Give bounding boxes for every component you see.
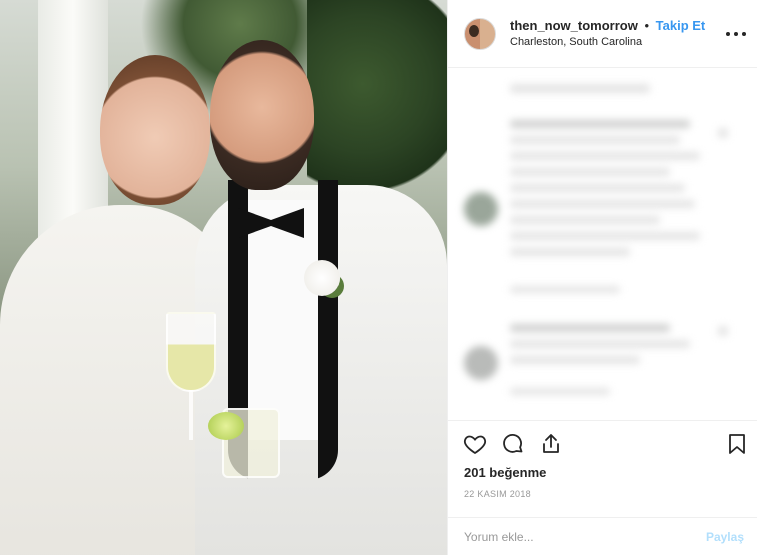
photo-bride-head (100, 55, 210, 205)
more-dot (734, 32, 738, 36)
blurred-line (510, 286, 620, 293)
action-icons (462, 431, 748, 459)
blurred-line (510, 184, 685, 192)
comment-input[interactable]: Yorum ekle... (464, 530, 534, 544)
comment-box: Yorum ekle... Paylaş (448, 517, 757, 555)
comment-icon[interactable] (500, 431, 526, 457)
post-side-panel: then_now_tomorrow • Takip Et Charleston,… (447, 0, 757, 555)
bookmark-icon[interactable] (724, 431, 750, 457)
blurred-line (510, 152, 700, 160)
photo-groom-head (210, 40, 314, 190)
blurred-line (510, 248, 630, 256)
photo-wine-glass (166, 312, 216, 392)
post-header: then_now_tomorrow • Takip Et Charleston,… (448, 0, 757, 68)
photo-tree (307, 0, 447, 210)
blurred-line (510, 136, 680, 144)
blurred-comments-area (448, 68, 757, 420)
blurred-avatar (464, 346, 498, 380)
header-text: then_now_tomorrow • Takip Et Charleston,… (510, 18, 705, 49)
heart-icon[interactable] (462, 431, 488, 457)
separator-dot: • (644, 18, 650, 34)
photo-boutonniere (304, 260, 340, 296)
post-date[interactable]: 22 KASIM 2018 (464, 489, 531, 499)
more-dot (742, 32, 746, 36)
post-actions: 201 beğenme 22 KASIM 2018 Yorum ekle... … (448, 420, 757, 555)
blurred-avatar (464, 192, 498, 226)
more-options-icon[interactable] (726, 24, 746, 44)
follow-button[interactable]: Takip Et (656, 18, 706, 33)
post-photo[interactable] (0, 0, 447, 555)
location-link[interactable]: Charleston, South Carolina (510, 36, 705, 49)
avatar[interactable] (464, 17, 496, 50)
blurred-line (510, 200, 695, 208)
blurred-line (510, 120, 690, 128)
blurred-line (510, 324, 670, 332)
photo-glass-stem (189, 390, 193, 440)
blurred-line (510, 168, 670, 176)
share-icon[interactable] (538, 431, 564, 457)
blurred-line (510, 216, 660, 224)
blurred-line (510, 232, 700, 240)
header-line: then_now_tomorrow • Takip Et (510, 18, 705, 34)
photo-lime (208, 412, 244, 440)
username-link[interactable]: then_now_tomorrow (510, 18, 638, 33)
more-dot (726, 32, 730, 36)
blurred-heart (718, 128, 728, 138)
like-count[interactable]: 201 beğenme (464, 465, 546, 480)
blurred-line (510, 340, 690, 348)
blurred-heart (718, 326, 728, 336)
blurred-line (510, 388, 610, 395)
blurred-line (510, 356, 640, 364)
blurred-line (510, 84, 650, 93)
post-comment-button[interactable]: Paylaş (706, 530, 744, 544)
